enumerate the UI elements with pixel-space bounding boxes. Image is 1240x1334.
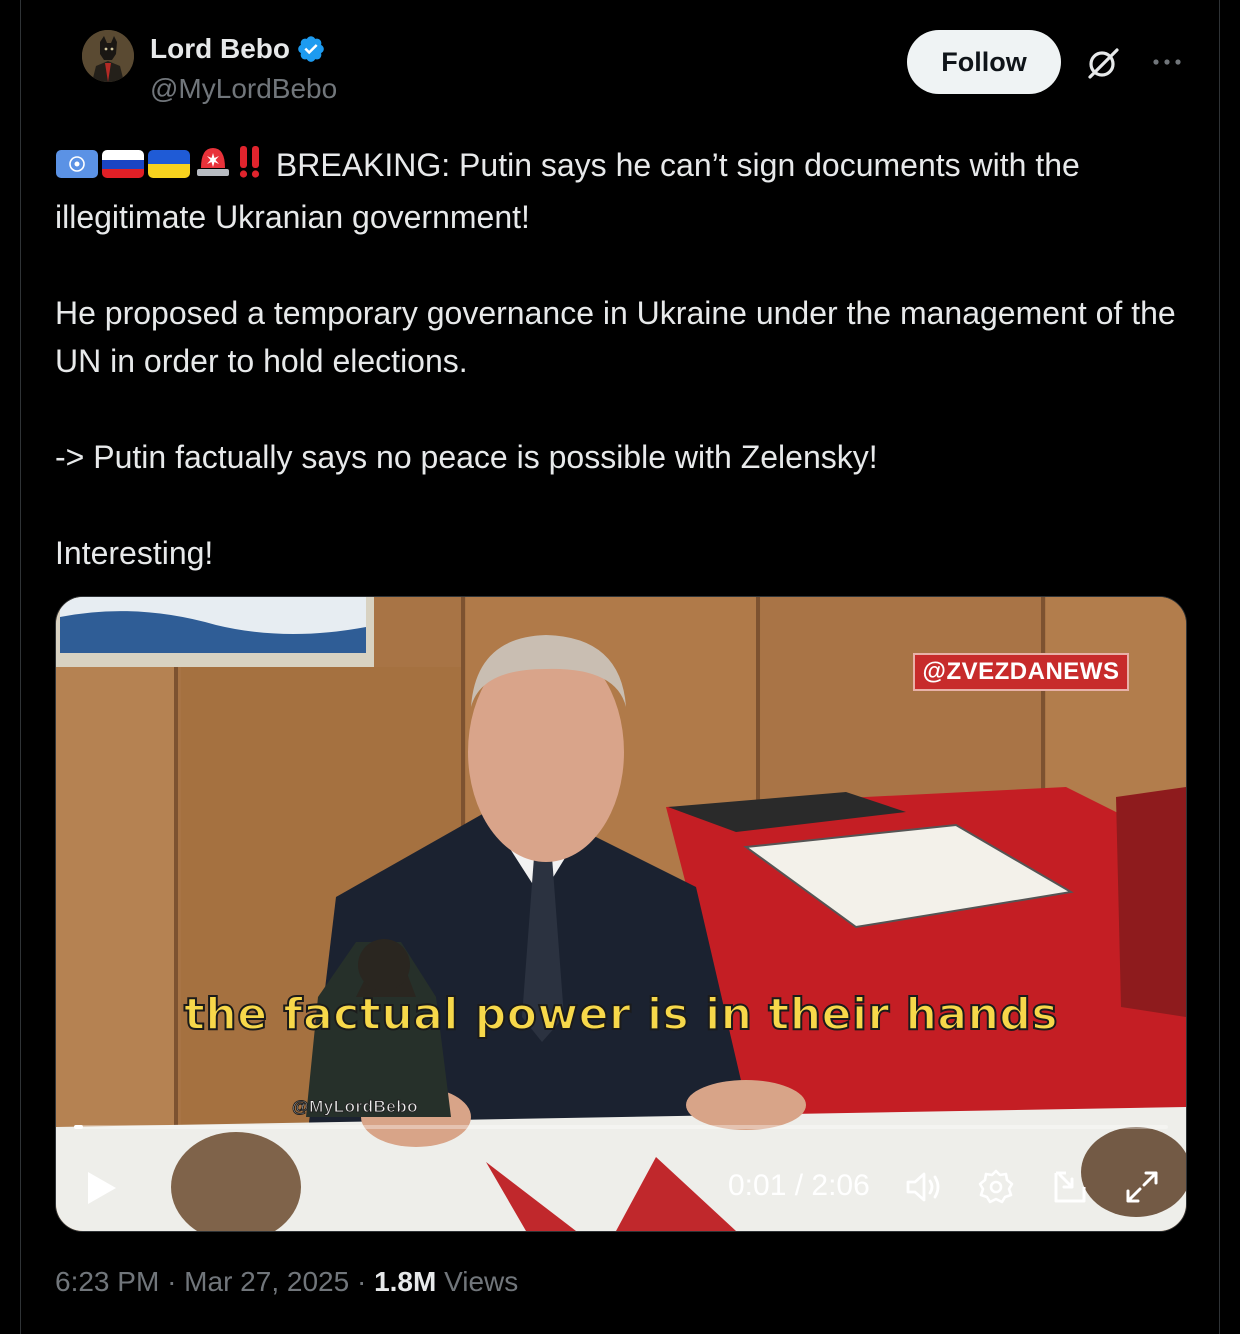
video-progress-bar[interactable] xyxy=(74,1125,1168,1129)
video-overlay-handle: @MyLordBebo xyxy=(292,1097,418,1117)
avatar[interactable] xyxy=(82,30,134,82)
video-player[interactable]: @ZVEZDANEWS the factual power is in thei… xyxy=(55,596,1187,1232)
video-time: 0:01 / 2:06 xyxy=(728,1169,870,1202)
double-exclamation-icon xyxy=(235,140,265,193)
tweet-paragraph-3: -> Putin factually says no peace is poss… xyxy=(55,439,878,475)
un-flag-icon xyxy=(55,145,99,193)
right-border xyxy=(1219,0,1220,1334)
meta-separator: · xyxy=(356,1266,375,1297)
settings-icon[interactable] xyxy=(976,1167,1016,1207)
volume-icon[interactable] xyxy=(904,1167,944,1207)
grok-icon[interactable] xyxy=(1084,44,1122,82)
author-name[interactable]: Lord Bebo xyxy=(150,33,290,65)
play-icon[interactable] xyxy=(86,1170,118,1206)
author-name-row[interactable]: Lord Bebo xyxy=(150,33,326,65)
views-label: Views xyxy=(444,1266,519,1297)
video-frame xyxy=(56,597,1186,1231)
meta-separator: · xyxy=(167,1266,185,1297)
ukraine-flag-icon xyxy=(147,145,191,193)
tweet-paragraph-1: BREAKING: Putin says he can’t sign docum… xyxy=(55,140,1195,241)
tweet-text: BREAKING: Putin says he can’t sign docum… xyxy=(55,140,1195,577)
more-icon[interactable] xyxy=(1150,52,1184,72)
video-subtitle: the factual power is in their hands xyxy=(183,988,1059,1041)
follow-button[interactable]: Follow xyxy=(907,30,1061,94)
verified-badge-icon[interactable] xyxy=(296,34,326,64)
picture-in-picture-icon[interactable] xyxy=(1050,1167,1090,1207)
russia-flag-icon xyxy=(101,145,145,193)
tweet-date[interactable]: Mar 27, 2025 xyxy=(184,1266,349,1297)
tweet-paragraph-4: Interesting! xyxy=(55,535,214,571)
left-border xyxy=(20,0,21,1334)
author-handle[interactable]: @MyLordBebo xyxy=(150,73,337,105)
avatar-image xyxy=(82,30,134,82)
tweet-meta: 6:23 PM · Mar 27, 2025 · 1.8M Views xyxy=(55,1266,518,1298)
news-source-tag: @ZVEZDANEWS xyxy=(913,653,1129,691)
fullscreen-icon[interactable] xyxy=(1122,1167,1162,1207)
siren-icon xyxy=(193,140,233,193)
tweet-paragraph-2: He proposed a temporary governance in Uk… xyxy=(55,295,1176,379)
views-count: 1.8M xyxy=(374,1266,437,1297)
tweet-time[interactable]: 6:23 PM xyxy=(55,1266,159,1297)
video-progress-fill xyxy=(74,1125,83,1129)
